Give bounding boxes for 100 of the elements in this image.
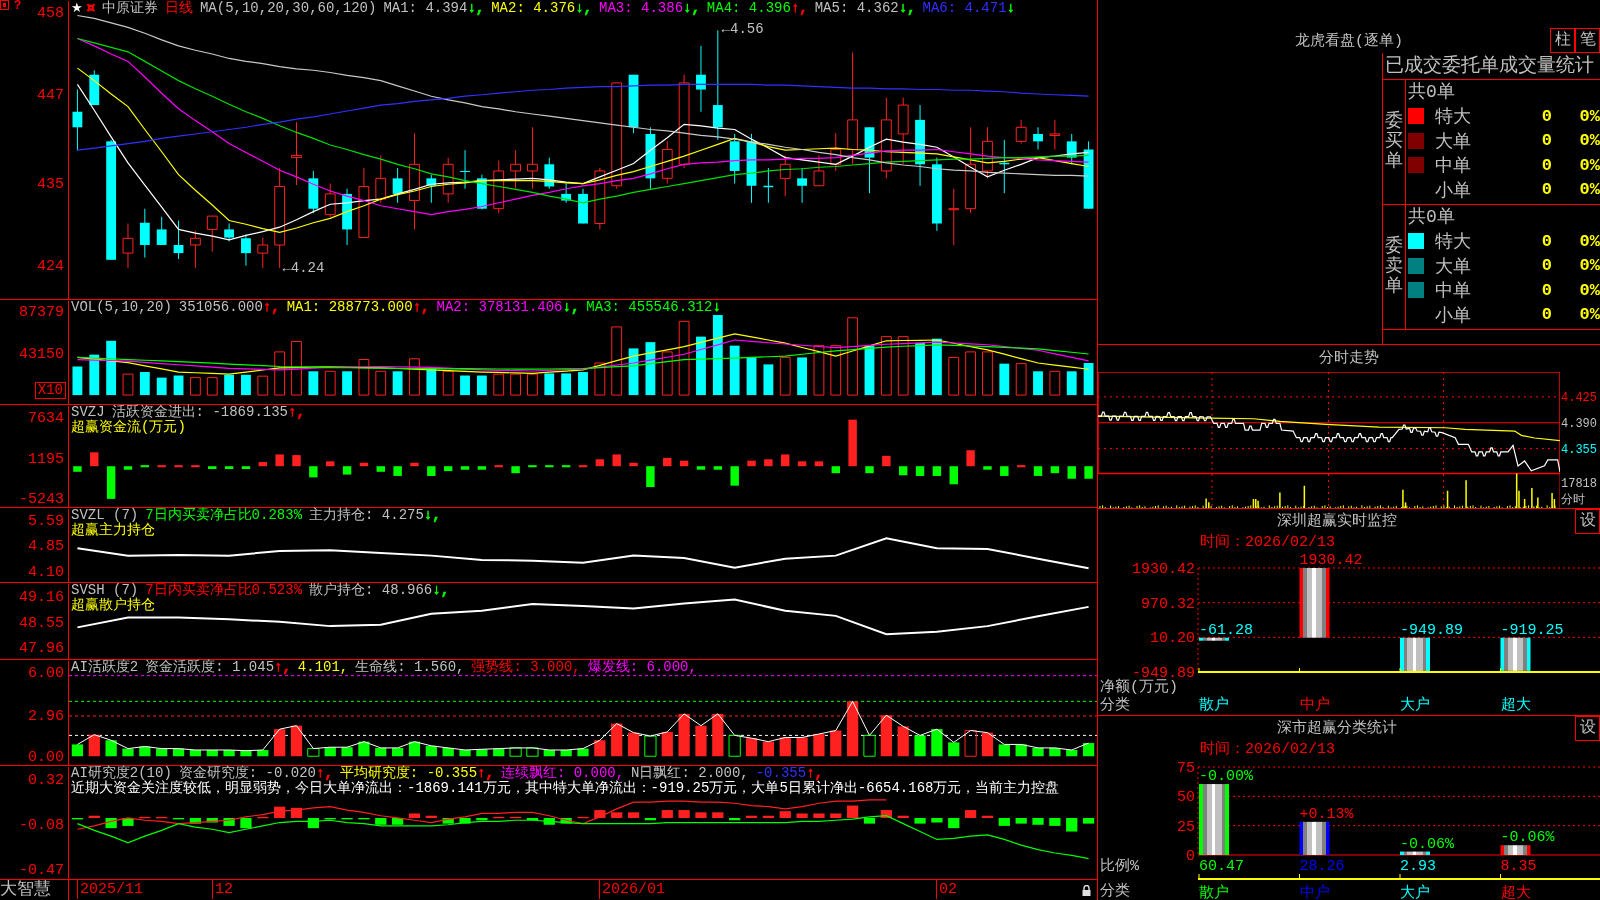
candlestick: [1049, 119, 1061, 150]
bar: [426, 368, 437, 396]
bar: [493, 373, 505, 396]
legend-text: AI活跃度2: [71, 659, 139, 675]
axis-label: 458: [37, 6, 64, 23]
legend-text: 超赢资金流(万元): [71, 419, 186, 435]
order-count: 0: [1541, 305, 1552, 325]
legend-text: MA3: 4.386: [599, 0, 684, 16]
order-count: 0: [1541, 106, 1552, 126]
side-label: 委买单: [1385, 112, 1403, 172]
bar: [847, 317, 859, 396]
bar: [931, 817, 943, 823]
view-mode-button[interactable]: 柱: [1550, 28, 1575, 53]
legend-text: 连续飘红: 0.000,: [500, 765, 625, 781]
order-type: 特大: [1435, 231, 1471, 254]
bar: [696, 336, 706, 396]
category-label: 大户: [1400, 885, 1430, 900]
tick-label: 1930.42: [1132, 561, 1195, 578]
candlestick: [696, 45, 706, 113]
order-share: 0%: [1578, 305, 1600, 325]
bar: [847, 805, 859, 818]
bar: [240, 817, 252, 829]
bar: [813, 345, 825, 396]
trend-arrow: ↓,: [432, 582, 450, 598]
panel-title: 分时走势: [1319, 348, 1379, 369]
bar: [948, 817, 960, 829]
legend-text: MA3: 455546.312: [586, 299, 713, 315]
bar: [661, 351, 673, 396]
axis-label: 2.96: [28, 709, 64, 725]
legend-text: 主力持仓: 4.275: [309, 507, 424, 523]
axis-label: 47.96: [19, 641, 64, 658]
panel-title: 深圳超赢实时监控: [1275, 511, 1398, 532]
candlestick: [1033, 126, 1043, 150]
scale-badge[interactable]: X10: [34, 382, 66, 399]
bar: [89, 354, 100, 396]
bar: [1015, 817, 1027, 824]
settings-button[interactable]: 设: [1575, 509, 1600, 534]
bar: [797, 357, 807, 396]
category-label: 中户: [1299, 697, 1330, 714]
bar: [527, 373, 538, 396]
legend-text: 生命线: 1.560,: [355, 659, 465, 675]
order-share: 0%: [1578, 256, 1600, 276]
axis-label: 5.59: [28, 514, 64, 531]
legend-text: VOL(5,10,20): [71, 299, 172, 315]
axis-title: 比例%: [1100, 858, 1139, 875]
axis-title: 分类: [1100, 883, 1130, 900]
bar: [274, 351, 286, 396]
legend-text: 资金活跃度: 1.045: [145, 659, 275, 675]
candlestick: [948, 188, 960, 246]
lock-icon[interactable]: [1082, 884, 1091, 896]
bar: [948, 356, 960, 396]
bar: [796, 813, 808, 818]
trend-arrow: ↑,: [790, 0, 808, 16]
bar: [1066, 371, 1077, 396]
order-type: 中单: [1435, 155, 1471, 178]
legend-text: 7日内买卖净占比0.283%: [145, 507, 303, 523]
help-mark[interactable]: ?: [14, 0, 22, 12]
order-share: 0%: [1578, 155, 1600, 175]
bar: [1082, 817, 1095, 824]
change-label: -0.06%: [1500, 829, 1555, 847]
bar: [763, 364, 774, 396]
settings-button[interactable]: 设: [1575, 716, 1600, 741]
legend-text: SVZL (7): [71, 507, 139, 523]
legend-text: MA4: 4.396: [706, 0, 791, 16]
bar: [375, 817, 387, 825]
table-title: 已成交委托单成交量统计: [1383, 53, 1600, 80]
chart-bar: [1299, 568, 1330, 638]
order-total: 共0单: [1408, 81, 1456, 104]
legend-text: 资金研究度: -0.020: [178, 765, 317, 781]
tick-label: 50: [1177, 789, 1195, 807]
bar: [308, 371, 319, 396]
date-label: 12: [212, 880, 233, 899]
candlestick: [493, 160, 505, 214]
bar: [342, 371, 352, 396]
tick-label: 75: [1177, 760, 1195, 777]
axis-label: 1195: [28, 452, 64, 468]
legend-text: 散户持仓: 48.966: [309, 582, 433, 598]
bar: [122, 373, 134, 396]
bar: [206, 377, 218, 396]
square-icon[interactable]: [0, 0, 9, 10]
axis-label: 43150: [19, 346, 64, 363]
legend-text: N日飘红: 2.000,: [631, 765, 749, 781]
trend-arrow: ↓: [712, 299, 721, 315]
bar: [476, 375, 487, 396]
legend-text: -0.355: [755, 765, 807, 781]
axis-title: 分类: [1100, 697, 1130, 714]
bar: [1049, 817, 1061, 826]
chart-bar: [1500, 637, 1531, 671]
candlestick: [173, 220, 184, 260]
axis-label: 447: [37, 87, 64, 104]
view-mode-button[interactable]: 笔: [1575, 28, 1600, 53]
bar: [224, 374, 235, 396]
legend-text: MA1: 288773.000: [286, 299, 413, 315]
legend-text: MA1: 4.394: [383, 0, 468, 16]
bar: [931, 338, 942, 396]
bar: [627, 812, 640, 818]
legend-text: 超赢散户持仓: [71, 597, 155, 613]
order-count: 0: [1541, 155, 1552, 175]
bar: [965, 351, 977, 396]
bar: [544, 373, 555, 396]
